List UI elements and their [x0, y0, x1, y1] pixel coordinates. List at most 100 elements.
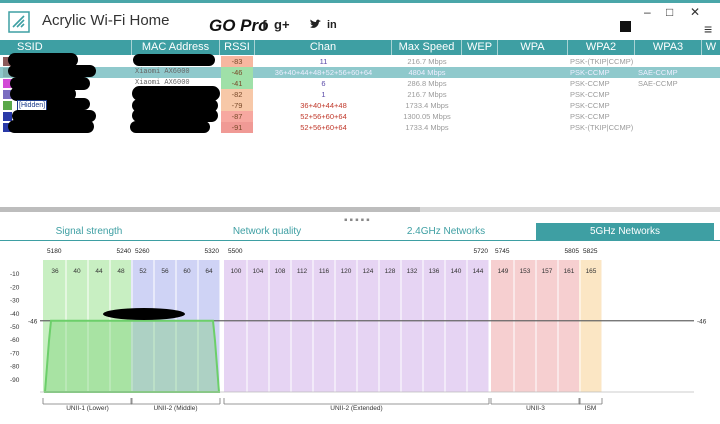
- wpa2-cell: PSK-CCMP: [570, 90, 610, 99]
- channel-label: 161: [564, 268, 575, 275]
- frequency-label: 5720: [474, 248, 489, 255]
- channel-label: 56: [161, 268, 169, 275]
- mac-cell: Xiaomi AX6000: [135, 68, 190, 76]
- close-button[interactable]: ✕: [690, 5, 700, 19]
- max-speed-cell: 216.7 Mbps: [407, 57, 447, 66]
- wpa3-cell: [638, 56, 702, 67]
- wpa2-cell: PSK-CCMP: [570, 112, 610, 121]
- channel-label: 157: [542, 268, 553, 275]
- channel-label: 112: [297, 268, 308, 275]
- hamburger-menu-icon[interactable]: ≡: [704, 21, 712, 37]
- tab-network-quality[interactable]: Network quality: [178, 223, 356, 241]
- y-tick-label: -60: [10, 337, 20, 344]
- channel-cell: 52+56+60+64: [300, 123, 347, 132]
- band-label: ISM: [585, 405, 597, 412]
- channel-label: 120: [341, 268, 352, 275]
- wpa3-cell: [638, 100, 702, 111]
- google-plus-icon[interactable]: g+: [274, 17, 290, 32]
- y-tick-label: -40: [10, 311, 20, 318]
- edition-label[interactable]: GO Pro: [209, 16, 269, 36]
- band-label: UNII-1 (Lower): [66, 405, 109, 412]
- frequency-label: 5825: [583, 248, 598, 255]
- stop-icon[interactable]: [620, 21, 631, 32]
- table-header: SSID MAC Address RSSI Chan Max Speed WEP…: [0, 40, 720, 55]
- title-bar: Acrylic Wi-Fi Home GO Pro f g+ in – □ ✕ …: [0, 0, 720, 40]
- scrollbar-thumb[interactable]: [0, 207, 420, 212]
- channel-label: 153: [520, 268, 531, 275]
- channel-label: 124: [363, 268, 374, 275]
- redacted-ssid: [8, 65, 96, 77]
- col-chan[interactable]: Chan: [255, 40, 392, 55]
- facebook-icon[interactable]: f: [262, 17, 267, 33]
- maximize-button[interactable]: □: [666, 5, 673, 19]
- col-wep[interactable]: WEP: [462, 40, 498, 55]
- table-row[interactable]: -82 1 216.7 Mbps PSK-CCMP: [0, 86, 720, 101]
- threshold-label-right: -46: [697, 319, 707, 326]
- wifi-logo-icon: [8, 11, 30, 33]
- channel-cell: 36+40+44+48: [300, 101, 347, 110]
- channel-label: 104: [253, 268, 264, 275]
- redacted-ssid-label: [103, 308, 185, 320]
- col-wpa2[interactable]: WPA2: [568, 40, 635, 55]
- table-row[interactable]: [Hidden] -79 36+40+44+48 1733.4 Mbps PSK-CCM…: [0, 98, 720, 112]
- channel-label: 128: [385, 268, 396, 275]
- max-speed-cell: 4804 Mbps: [408, 68, 446, 77]
- col-wpa3[interactable]: WPA3: [635, 40, 702, 55]
- table-row[interactable]: -87 52+56+60+64 1300.05 Mbps PSK-CCMP: [0, 109, 720, 122]
- wpa3-cell: SAE-CCMP: [638, 79, 678, 88]
- channel-label: 100: [231, 268, 242, 275]
- twitter-icon[interactable]: [309, 19, 321, 30]
- col-wpa[interactable]: WPA: [498, 40, 568, 55]
- tab-24ghz-networks[interactable]: 2.4GHz Networks: [356, 223, 536, 241]
- channel-cell: 52+56+60+64: [300, 112, 347, 121]
- y-tick-label: -90: [10, 377, 20, 384]
- tab-5ghz-networks[interactable]: 5GHz Networks: [536, 223, 714, 241]
- app-title: Acrylic Wi-Fi Home: [42, 12, 170, 29]
- col-mac[interactable]: MAC Address: [132, 40, 220, 55]
- wpa3-cell: [638, 111, 702, 122]
- redacted-mac: [130, 121, 210, 133]
- y-tick-label: -70: [10, 350, 20, 357]
- channel-label: 44: [95, 268, 103, 275]
- rssi-cell: -79: [221, 100, 253, 111]
- col-rssi[interactable]: RSSI: [220, 40, 255, 55]
- table-row[interactable]: -83 11 216.7 Mbps PSK-(TKIP|CCMP): [0, 53, 720, 67]
- minimize-button[interactable]: –: [644, 5, 651, 19]
- linkedin-icon[interactable]: in: [327, 19, 337, 31]
- y-tick-label: -80: [10, 364, 20, 371]
- col-w[interactable]: W: [702, 40, 720, 55]
- rssi-cell: -91: [221, 122, 253, 133]
- frequency-label: 5180: [47, 248, 62, 255]
- band-background: [579, 260, 602, 392]
- table-row[interactable]: -91 52+56+60+64 1733.4 Mbps PSK-(TKIP|CCMP): [0, 120, 720, 133]
- channel-label: 144: [473, 268, 484, 275]
- wpa2-cell: PSK-CCMP: [570, 68, 610, 77]
- channel-label: 108: [275, 268, 286, 275]
- table-row[interactable]: Xiaomi AX6000 -46 36+40+44+48+52+56+60+64 4…: [0, 65, 720, 78]
- table-row[interactable]: Xiaomi AX6000 -41 6 286.8 Mbps PSK-CCMP SAE-C…: [0, 77, 720, 90]
- channel-label: 140: [451, 268, 462, 275]
- band-label: UNII-2 (Extended): [330, 405, 382, 412]
- horizontal-scrollbar[interactable]: [0, 207, 720, 212]
- frequency-label: 5260: [135, 248, 150, 255]
- col-max-speed[interactable]: Max Speed: [392, 40, 462, 55]
- wpa2-cell: PSK-CCMP: [570, 101, 610, 110]
- wpa2-cell: PSK-CCMP: [570, 79, 610, 88]
- channel-label: 36: [51, 268, 59, 275]
- max-speed-cell: 1300.05 Mbps: [403, 112, 451, 121]
- frequency-label: 5805: [565, 248, 580, 255]
- frequency-label: 5320: [205, 248, 220, 255]
- frequency-label: 5240: [117, 248, 132, 255]
- wpa2-cell: PSK-(TKIP|CCMP): [570, 123, 634, 132]
- channel-cell: 1: [321, 90, 326, 99]
- channel-label: 60: [183, 268, 191, 275]
- 5ghz-channel-chart: UNII-1 (Lower) UNII-2 (Middle) UNII-2 (Ext…: [10, 248, 707, 412]
- threshold-label-left: -46: [28, 319, 38, 326]
- max-speed-cell: 1733.4 Mbps: [405, 101, 449, 110]
- channel-label: 149: [498, 268, 509, 275]
- rssi-cell: -46: [221, 67, 253, 78]
- tab-signal-strength[interactable]: Signal strength: [0, 223, 178, 241]
- channel-label: 132: [407, 268, 418, 275]
- channel-label: 52: [139, 268, 147, 275]
- frequency-label: 5500: [228, 248, 243, 255]
